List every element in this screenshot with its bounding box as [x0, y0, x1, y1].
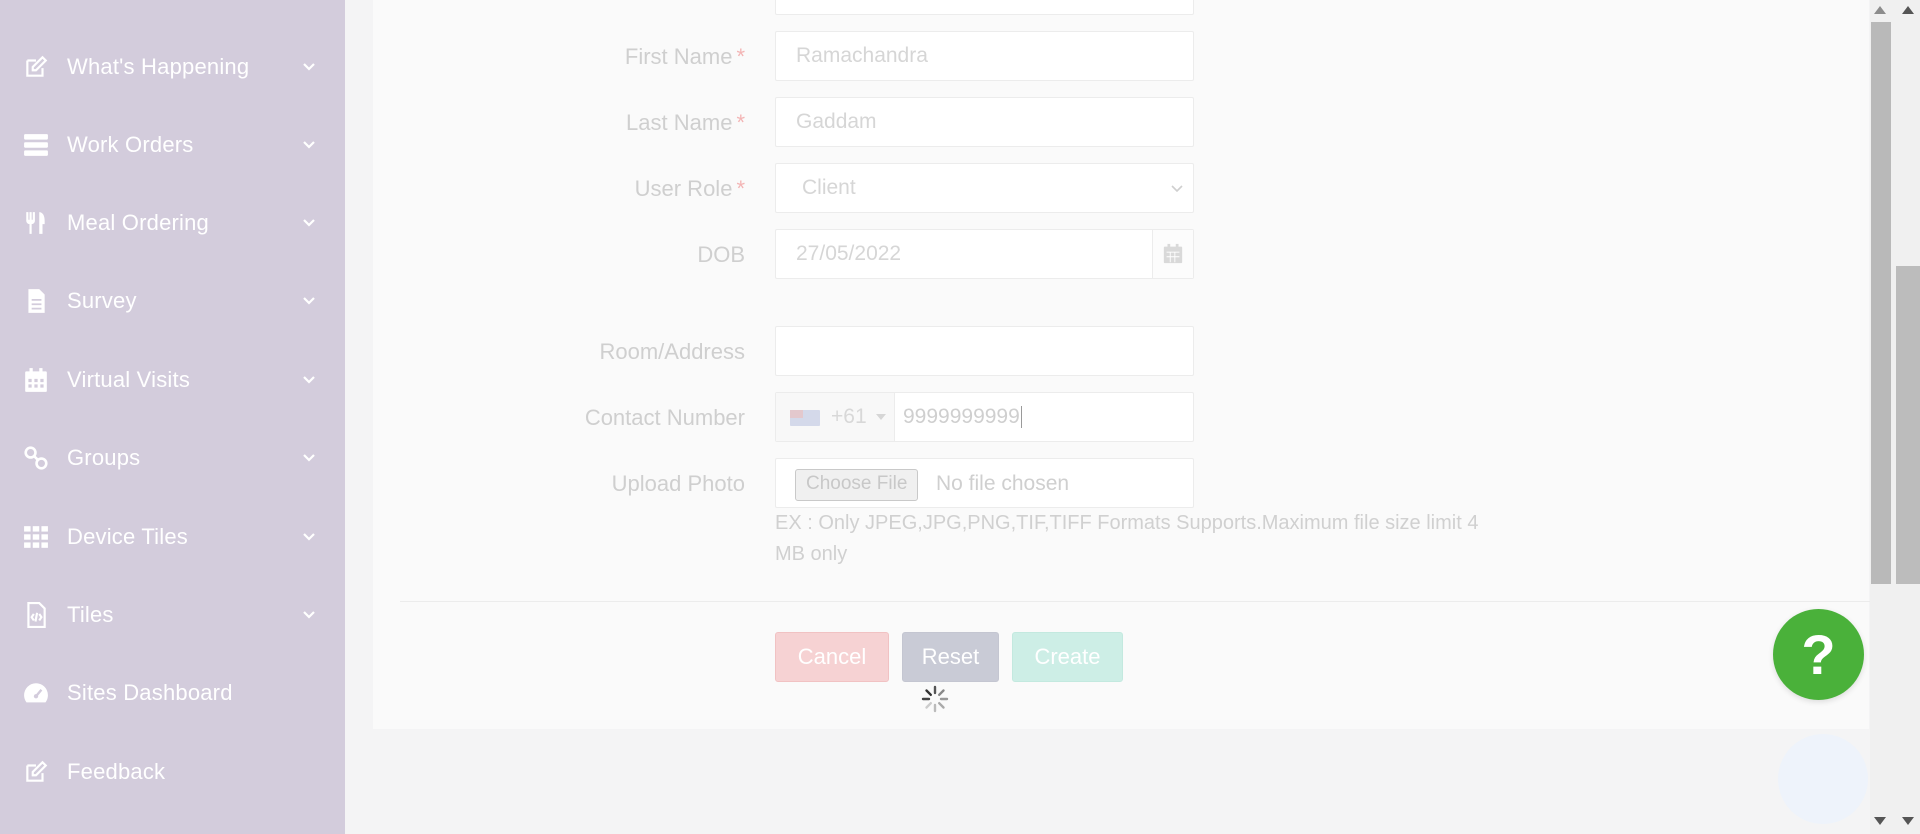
- chevron-down-icon: [300, 528, 318, 546]
- first-name-field[interactable]: Ramachandra: [775, 31, 1194, 81]
- sidebar-item-label: Sites Dashboard: [67, 680, 233, 705]
- sidebar-item-meal-ordering[interactable]: Meal Ordering: [0, 193, 345, 253]
- file-status: No file chosen: [936, 472, 1070, 495]
- contact-number-value: 9999999999: [903, 405, 1022, 429]
- sidebar-item-label: Tiles: [67, 602, 114, 627]
- calendar-button[interactable]: [1152, 230, 1193, 278]
- chevron-down-icon: [1171, 185, 1183, 193]
- cancel-button[interactable]: Cancel: [775, 632, 889, 682]
- sidebar-item-label: Feedback: [67, 759, 166, 784]
- first-name-value: Ramachandra: [796, 44, 928, 67]
- room-address-field[interactable]: [775, 326, 1194, 376]
- utensils-icon: [22, 209, 50, 237]
- file-code-icon: [22, 601, 50, 629]
- user-role-select[interactable]: Client: [775, 163, 1194, 213]
- scrollbar-thumb[interactable]: [1871, 22, 1891, 584]
- caret-down-icon: [876, 414, 886, 420]
- sidebar-item-label: Survey: [67, 288, 137, 313]
- chevron-down-icon: [300, 136, 318, 154]
- chevron-down-icon: [300, 214, 318, 232]
- dashboard-icon: [22, 679, 50, 707]
- loading-spinner-icon: [921, 685, 949, 713]
- chevron-down-icon: [300, 292, 318, 310]
- sidebar-item-sites-dashboard[interactable]: Sites Dashboard: [0, 663, 345, 723]
- scroll-down-arrow-icon[interactable]: [1902, 817, 1914, 825]
- chevron-down-icon: [300, 449, 318, 467]
- upload-photo-field: Choose File No file chosen: [775, 458, 1194, 508]
- user-role-label: User Role *: [634, 176, 745, 201]
- sidebar-item-device-tiles[interactable]: Device Tiles: [0, 507, 345, 567]
- sidebar-item-feedback[interactable]: Feedback: [0, 742, 345, 802]
- calendar-icon: [1163, 243, 1183, 264]
- upload-photo-label: Upload Photo: [611, 471, 745, 496]
- dial-code: +61: [831, 405, 867, 428]
- scroll-down-arrow-icon[interactable]: [1874, 817, 1886, 825]
- grid-icon: [22, 523, 50, 551]
- country-code-dropdown[interactable]: +61: [776, 393, 895, 441]
- document-icon: [22, 287, 50, 315]
- dob-label: DOB: [697, 242, 745, 267]
- chevron-down-icon: [300, 606, 318, 624]
- scroll-up-arrow-icon[interactable]: [1902, 6, 1914, 14]
- create-button[interactable]: Create: [1012, 632, 1123, 682]
- edit-icon: [22, 758, 50, 786]
- sidebar-item-virtual-visits[interactable]: Virtual Visits: [0, 350, 345, 410]
- inner-scrollbar-thumb[interactable]: [1896, 266, 1920, 584]
- sidebar-item-label: Work Orders: [67, 132, 194, 157]
- upload-hint: EX : Only JPEG,JPG,PNG,TIF,TIFF Formats …: [775, 512, 1479, 565]
- sidebar-item-groups[interactable]: Groups: [0, 428, 345, 488]
- edit-icon: [22, 53, 50, 81]
- last-name-field[interactable]: Gaddam: [775, 97, 1194, 147]
- sidebar-item-label: What's Happening: [67, 54, 250, 79]
- user-role-value: Client: [802, 176, 856, 199]
- first-name-label: First Name *: [624, 44, 745, 69]
- dob-field[interactable]: 27/05/2022: [775, 229, 1194, 279]
- clipped-input[interactable]: [775, 0, 1194, 15]
- sidebar-item-label: Virtual Visits: [67, 367, 191, 392]
- choose-file-button[interactable]: Choose File: [795, 469, 919, 501]
- last-name-label: Last Name *: [626, 110, 745, 135]
- dob-value: 27/05/2022: [796, 242, 902, 265]
- sidebar-item-work-orders[interactable]: Work Orders: [0, 115, 345, 175]
- chevron-down-icon: [300, 371, 318, 389]
- sidebar-item-label: Meal Ordering: [67, 210, 209, 235]
- help-button[interactable]: ?: [1773, 609, 1864, 700]
- sidebar-item-survey[interactable]: Survey: [0, 271, 345, 331]
- contact-number-label: Contact Number: [584, 405, 745, 430]
- sidebar-item-label: Device Tiles: [67, 524, 188, 549]
- calendar-icon: [22, 366, 50, 394]
- sidebar-item-label: Groups: [67, 445, 141, 470]
- sidebar: What's Happening Work Orders Meal Orderi…: [0, 0, 345, 834]
- reset-button[interactable]: Reset: [902, 632, 999, 682]
- australia-flag-icon: [790, 410, 820, 426]
- contact-number-field[interactable]: +61 9999999999: [775, 392, 1194, 442]
- link-icon: [22, 444, 50, 472]
- chevron-down-icon: [300, 58, 318, 76]
- last-name-value: Gaddam: [796, 110, 877, 133]
- divider: [400, 601, 1870, 602]
- sidebar-item-whats-happening[interactable]: What's Happening: [0, 37, 345, 97]
- server-icon: [22, 131, 50, 159]
- scroll-up-arrow-icon[interactable]: [1874, 6, 1886, 14]
- scroll-top-button[interactable]: [1778, 734, 1868, 824]
- sidebar-item-tiles[interactable]: Tiles: [0, 585, 345, 645]
- room-address-label: Room/Address: [599, 339, 745, 364]
